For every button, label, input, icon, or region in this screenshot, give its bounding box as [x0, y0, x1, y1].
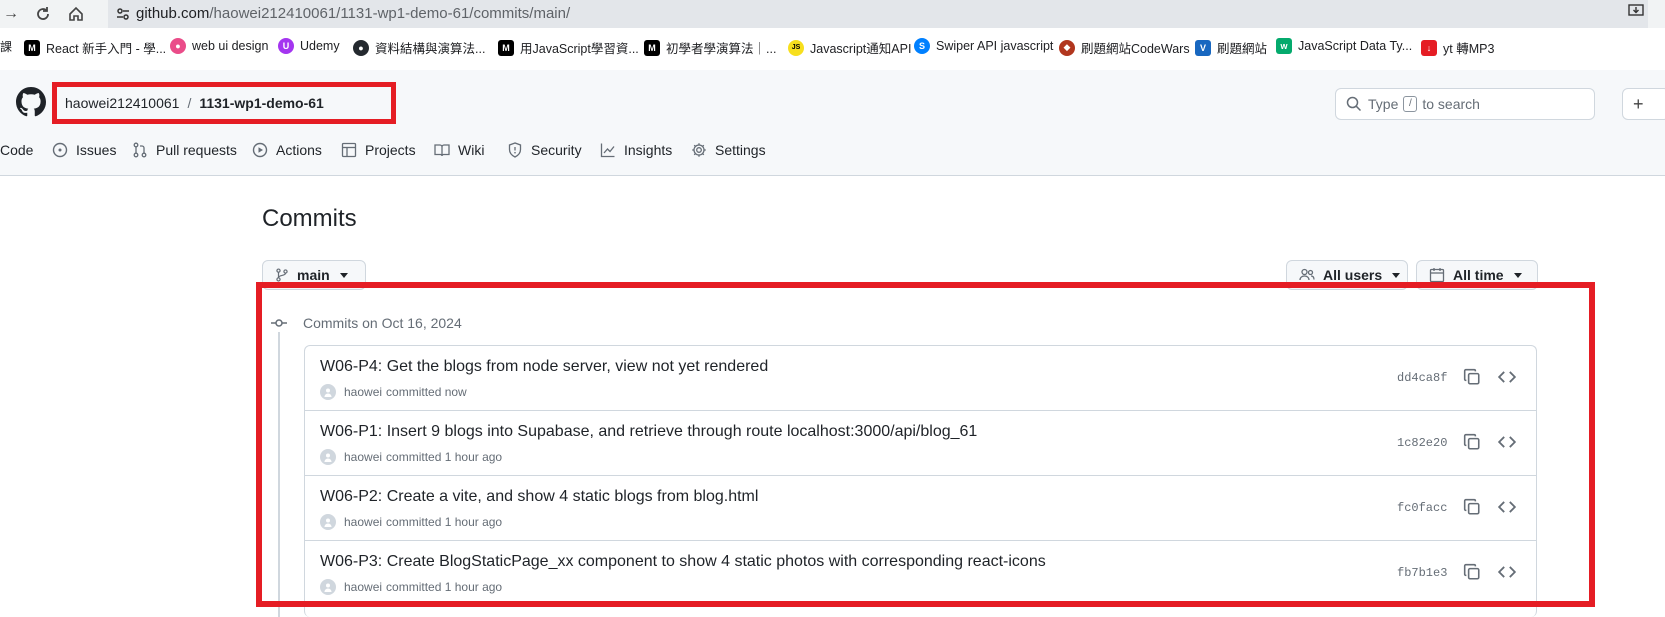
bookmark-item[interactable]: JS Javascript通知API	[788, 38, 911, 57]
tab-actions[interactable]: Actions	[252, 142, 322, 158]
url-host: github.com	[136, 5, 210, 22]
branch-icon	[276, 268, 288, 282]
tab-security[interactable]: Security	[507, 142, 582, 158]
bookmark-item[interactable]: U Udemy	[278, 38, 340, 54]
search-icon	[1346, 96, 1362, 112]
time-filter-label: All time	[1453, 267, 1504, 283]
home-icon[interactable]	[65, 3, 87, 25]
bookmark-item[interactable]: S Swiper API javascript	[914, 38, 1053, 54]
browser-toolbar: → github.com/haowei212410061/1131-wp1-de…	[0, 0, 1665, 28]
bookmark-item[interactable]: w JavaScript Data Ty...	[1276, 38, 1412, 54]
repo-name-link[interactable]: 1131-wp1-demo-61	[199, 95, 324, 111]
people-icon	[1299, 268, 1315, 281]
play-icon	[252, 142, 268, 158]
site-settings-icon[interactable]	[114, 5, 132, 23]
bookmark-item[interactable]: M React 新手入門 - 學...	[24, 38, 166, 57]
bookmark-item[interactable]: V 刷題網站	[1195, 38, 1267, 57]
github-icon: ●	[353, 39, 369, 56]
tab-wiki[interactable]: Wiki	[434, 142, 484, 158]
medium-icon: M	[644, 39, 660, 56]
url-text: github.com/haowei212410061/1131-wp1-demo…	[136, 5, 570, 22]
bookmark-item[interactable]: ● web ui design	[170, 38, 268, 54]
bookmark-item[interactable]: M 初學者學演算法｜...	[644, 38, 776, 57]
forward-arrow-icon[interactable]: →	[0, 3, 22, 25]
swiper-icon: S	[914, 38, 930, 54]
bookmark-item[interactable]: ↓ yt 轉MP3	[1421, 38, 1494, 57]
book-icon	[434, 144, 450, 157]
tab-pull-requests[interactable]: Pull requests	[132, 142, 237, 158]
bookmark-label: JavaScript Data Ty...	[1298, 39, 1413, 53]
bookmark-label: React 新手入門 - 學...	[46, 42, 167, 56]
search-input[interactable]: Type / to search	[1335, 88, 1595, 120]
bookmark-label: 初學者學演算法｜...	[666, 42, 777, 56]
breadcrumb-separator: /	[187, 95, 192, 111]
bookmark-label: 資料結構與演算法...	[375, 42, 486, 56]
vuetify-icon: V	[1195, 39, 1211, 56]
bookmark-label: Javascript通知API	[810, 42, 912, 56]
js-icon: JS	[788, 39, 804, 56]
install-app-icon[interactable]	[1628, 4, 1644, 22]
bookmark-label: 刷題網站CodeWars	[1081, 42, 1190, 56]
bookmark-item[interactable]: ◆ 刷題網站CodeWars	[1059, 38, 1190, 57]
github-header: haowei212410061 / 1131-wp1-demo-61 Type …	[0, 70, 1665, 176]
tab-label: Issues	[76, 142, 117, 158]
graph-icon	[600, 143, 615, 158]
calendar-icon	[1429, 268, 1445, 283]
create-new-button[interactable]: +	[1622, 88, 1665, 120]
shield-icon	[508, 142, 522, 158]
bookmark-label: Swiper API javascript	[936, 39, 1054, 53]
tab-label: Code	[0, 142, 34, 158]
tab-settings[interactable]: Settings	[691, 142, 766, 158]
bookmark-item[interactable]: ● 資料結構與演算法...	[353, 38, 485, 57]
tab-label: Wiki	[458, 142, 485, 158]
table-icon	[341, 142, 357, 158]
download-icon: ↓	[1421, 39, 1437, 56]
chevron-down-icon	[1513, 272, 1522, 278]
bookmark-label: 用JavaScript學習資...	[520, 42, 639, 56]
issue-icon	[52, 142, 68, 158]
search-suffix: to search	[1422, 96, 1480, 112]
bookmark-label: Udemy	[300, 39, 340, 53]
medium-icon: M	[498, 39, 514, 56]
repo-owner-link[interactable]: haowei212410061	[65, 95, 179, 111]
bookmark-label: yt 轉MP3	[1443, 42, 1495, 56]
tab-label: Security	[531, 142, 582, 158]
w3schools-icon: w	[1276, 38, 1292, 54]
reload-icon[interactable]	[32, 3, 54, 25]
tab-label: Insights	[624, 142, 673, 158]
pull-request-icon	[133, 142, 147, 158]
tab-label: Projects	[365, 142, 416, 158]
bookmark-label: 刷題網站	[1217, 42, 1268, 56]
tab-code[interactable]: Code	[0, 142, 33, 158]
annotation-highlight-box	[256, 282, 1595, 607]
medium-icon: M	[24, 39, 40, 56]
branch-name: main	[297, 267, 330, 283]
bookmark-item[interactable]: M 用JavaScript學習資...	[498, 38, 639, 57]
chevron-down-icon	[339, 272, 348, 278]
users-filter-label: All users	[1323, 267, 1383, 283]
search-prefix: Type	[1368, 96, 1399, 112]
gear-icon	[692, 143, 706, 157]
search-shortcut-key: /	[1403, 96, 1418, 112]
udemy-icon: U	[278, 38, 294, 54]
tab-issues[interactable]: Issues	[52, 142, 116, 158]
plus-icon: +	[1633, 93, 1644, 114]
url-path: /haowei212410061/1131-wp1-demo-61/commit…	[209, 5, 571, 22]
bookmark-label: web ui design	[192, 39, 269, 53]
tab-label: Actions	[276, 142, 322, 158]
tab-label: Pull requests	[156, 142, 237, 158]
bookmarks-bar: 課 M React 新手入門 - 學... ● web ui design U Ude…	[0, 34, 1665, 62]
github-logo-icon[interactable]	[16, 87, 46, 117]
bookmark-truncated[interactable]: 課	[0, 38, 12, 55]
codewars-icon: ◆	[1059, 39, 1075, 56]
tab-insights[interactable]: Insights	[600, 142, 672, 158]
tab-label: Settings	[715, 142, 766, 158]
page-title: Commits	[262, 205, 357, 232]
tab-projects[interactable]: Projects	[341, 142, 416, 158]
dribbble-icon: ●	[170, 38, 186, 54]
address-bar[interactable]: github.com/haowei212410061/1131-wp1-demo…	[108, 0, 1648, 28]
repo-breadcrumb: haowei212410061 / 1131-wp1-demo-61	[52, 82, 396, 124]
chevron-down-icon	[1392, 272, 1401, 278]
